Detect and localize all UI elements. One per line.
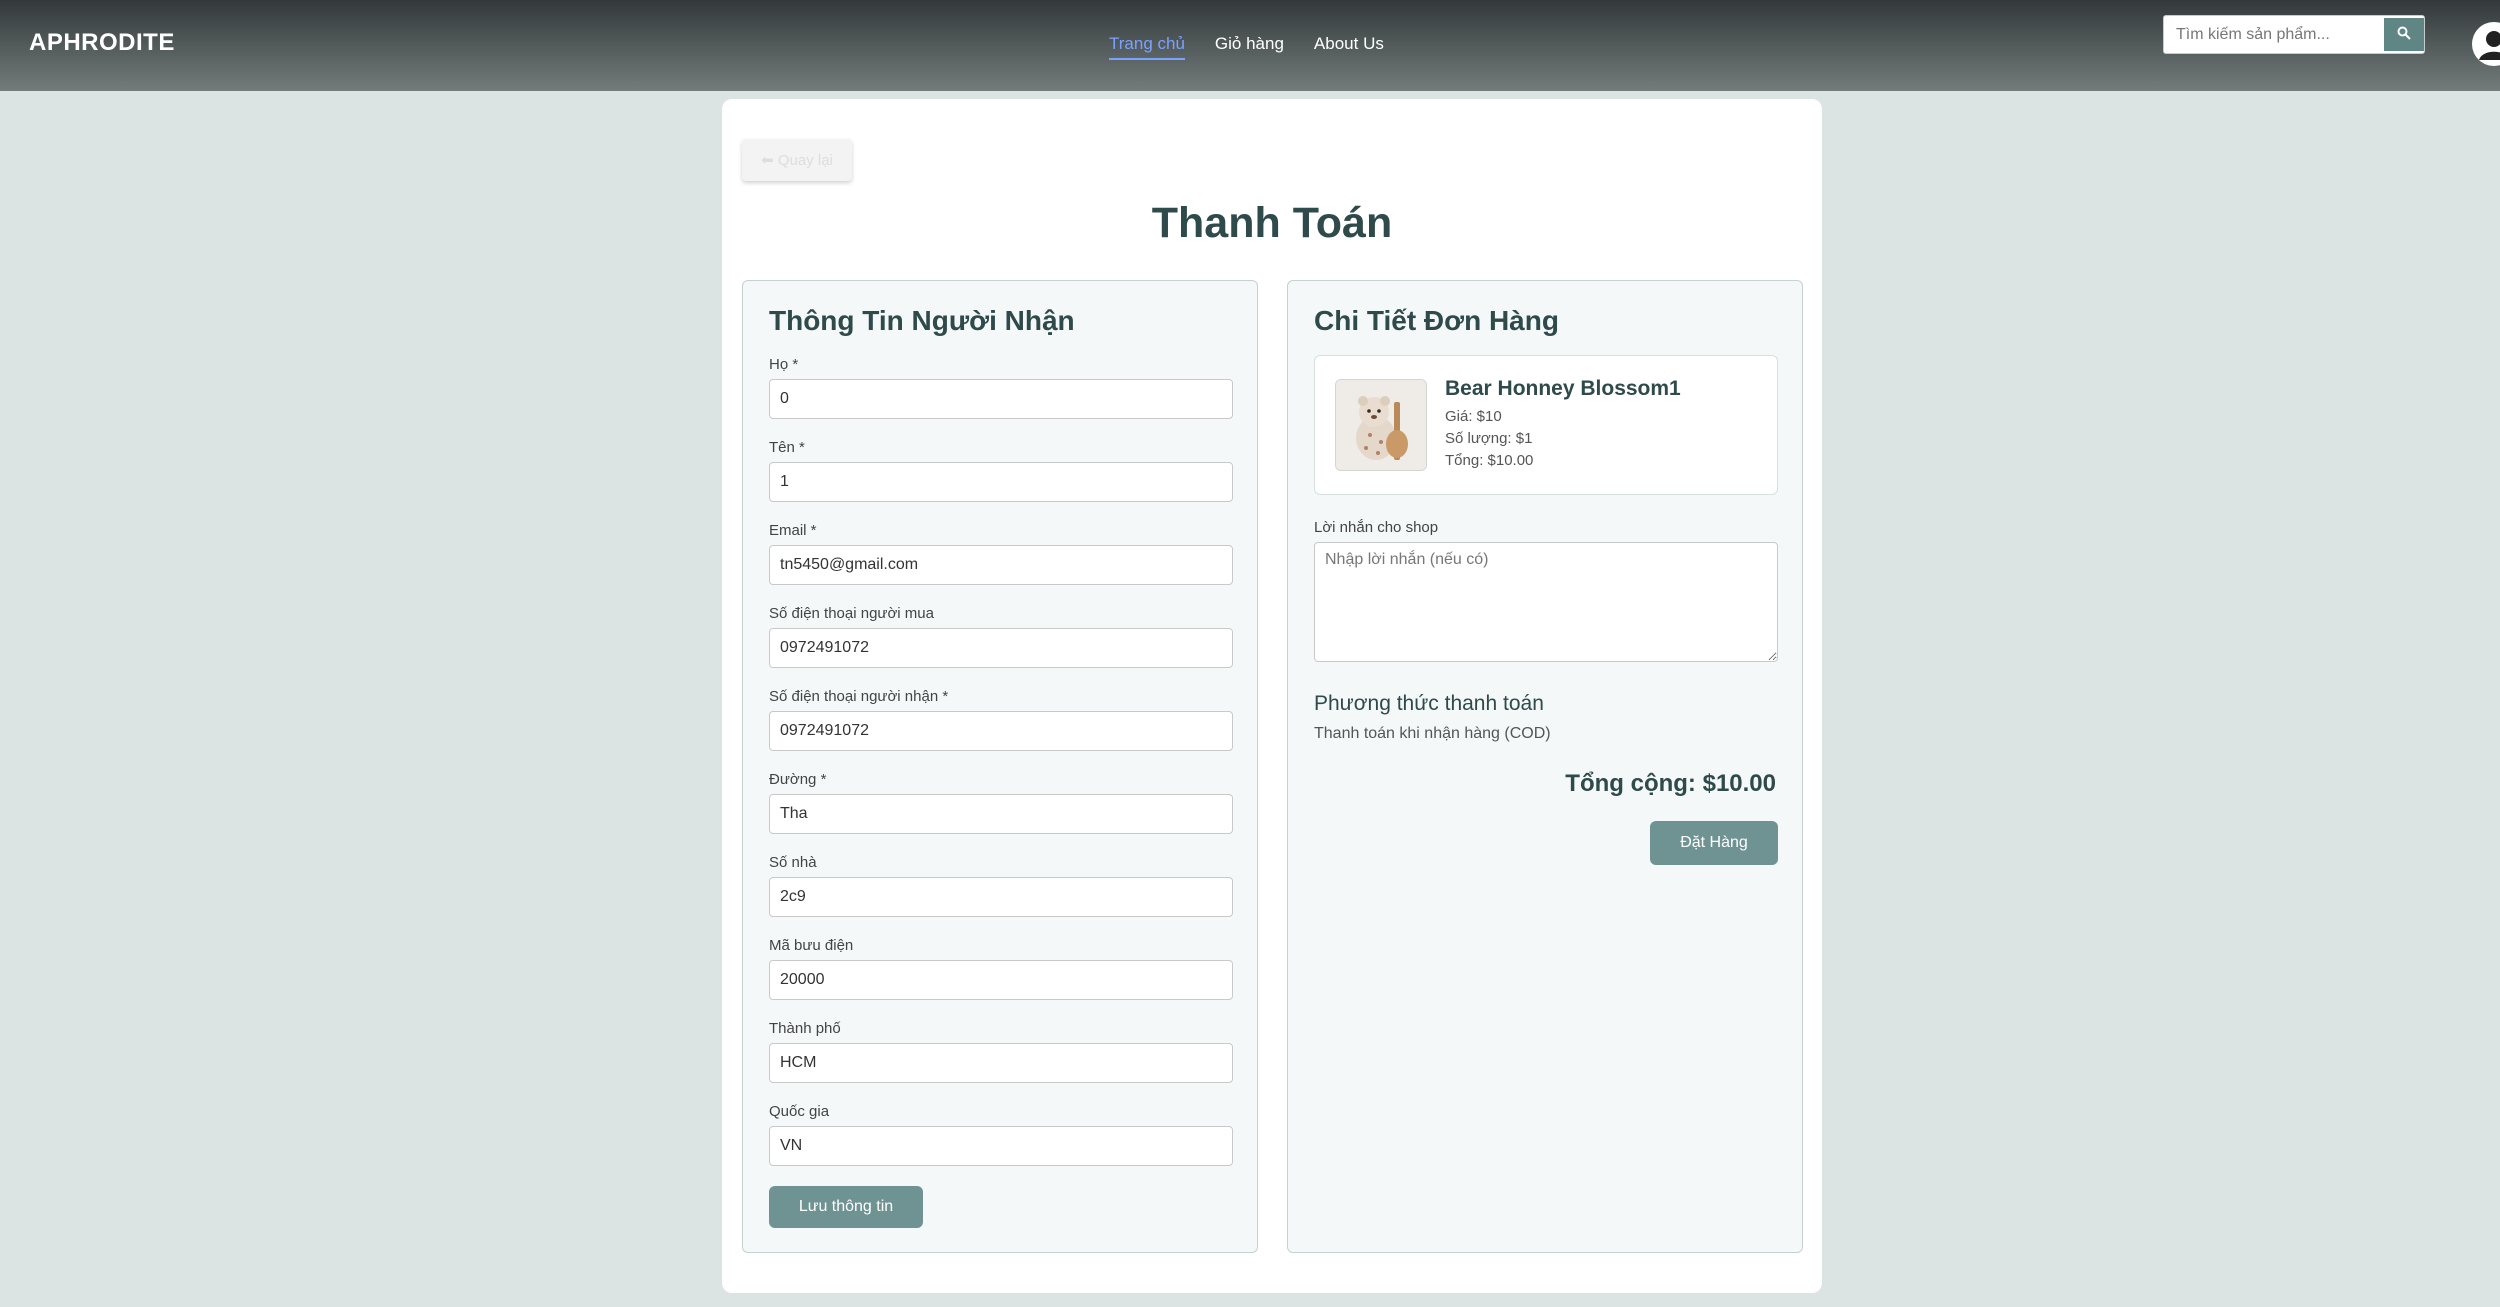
payment-method-title: Phương thức thanh toán xyxy=(1314,692,1544,715)
payment-method-value: Thanh toán khi nhận hàng (COD) xyxy=(1314,725,1551,742)
postal-code-field[interactable] xyxy=(769,960,1233,1000)
house-number-field[interactable] xyxy=(769,877,1233,917)
top-navbar: APHRODITE Trang chủ Giỏ hàng About Us xyxy=(0,0,2500,91)
main-nav: Trang chủ Giỏ hàng About Us xyxy=(1109,34,1384,60)
buyer-phone-field[interactable] xyxy=(769,628,1233,668)
recipient-phone-label: Số điện thoại người nhận * xyxy=(769,688,949,705)
search-icon xyxy=(2397,26,2411,43)
email-label: Email * xyxy=(769,522,817,539)
place-order-button[interactable]: Đặt Hàng xyxy=(1650,821,1778,865)
order-details-panel: Chi Tiết Đơn Hàng Bear Honney Blossom1 G… xyxy=(1287,280,1803,1253)
product-total: Tổng: $10.00 xyxy=(1445,452,1534,469)
nav-link-home[interactable]: Trang chủ xyxy=(1109,34,1185,60)
nav-link-about[interactable]: About Us xyxy=(1314,34,1384,60)
recipient-info-panel: Thông Tin Người Nhận Họ * Tên * Email * … xyxy=(742,280,1258,1253)
street-label: Đường * xyxy=(769,771,827,788)
first-name-field[interactable] xyxy=(769,462,1233,502)
order-details-title: Chi Tiết Đơn Hàng xyxy=(1314,305,1559,336)
country-label: Quốc gia xyxy=(769,1103,830,1120)
last-name-label: Họ * xyxy=(769,356,799,373)
brand-logo[interactable]: APHRODITE xyxy=(29,29,175,57)
last-name-field[interactable] xyxy=(769,379,1233,419)
city-field[interactable] xyxy=(769,1043,1233,1083)
product-quantity: Số lượng: $1 xyxy=(1445,430,1533,447)
street-field[interactable] xyxy=(769,794,1233,834)
buyer-phone-label: Số điện thoại người mua xyxy=(769,605,934,622)
search-input[interactable] xyxy=(2164,16,2384,53)
grand-total: Tổng cộng: $10.00 xyxy=(1565,770,1776,797)
recipient-info-title: Thông Tin Người Nhận xyxy=(769,305,1075,336)
first-name-label: Tên * xyxy=(769,439,805,456)
country-field[interactable] xyxy=(769,1126,1233,1166)
email-field[interactable] xyxy=(769,545,1233,585)
search-button[interactable] xyxy=(2384,18,2424,51)
product-price: Giá: $10 xyxy=(1445,408,1502,425)
save-info-button[interactable]: Lưu thông tin xyxy=(769,1186,923,1228)
product-image xyxy=(1335,379,1427,471)
recipient-phone-field[interactable] xyxy=(769,711,1233,751)
postal-code-label: Mã bưu điện xyxy=(769,937,854,954)
product-name: Bear Honney Blossom1 xyxy=(1445,377,1681,400)
back-button[interactable]: ⬅ Quay lại xyxy=(742,139,852,181)
note-label: Lời nhắn cho shop xyxy=(1314,519,1439,536)
page-title: Thanh Toán xyxy=(1151,199,1393,247)
checkout-card: ⬅ Quay lại Thanh Toán Thông Tin Người Nh… xyxy=(722,99,1822,1293)
user-avatar-icon[interactable] xyxy=(2472,22,2500,66)
city-label: Thành phố xyxy=(769,1020,841,1037)
house-number-label: Số nhà xyxy=(769,854,817,871)
search-box xyxy=(2163,15,2425,54)
nav-link-cart[interactable]: Giỏ hàng xyxy=(1215,34,1284,60)
note-textarea[interactable] xyxy=(1314,542,1778,662)
order-item: Bear Honney Blossom1 Giá: $10 Số lượng: … xyxy=(1314,355,1778,495)
